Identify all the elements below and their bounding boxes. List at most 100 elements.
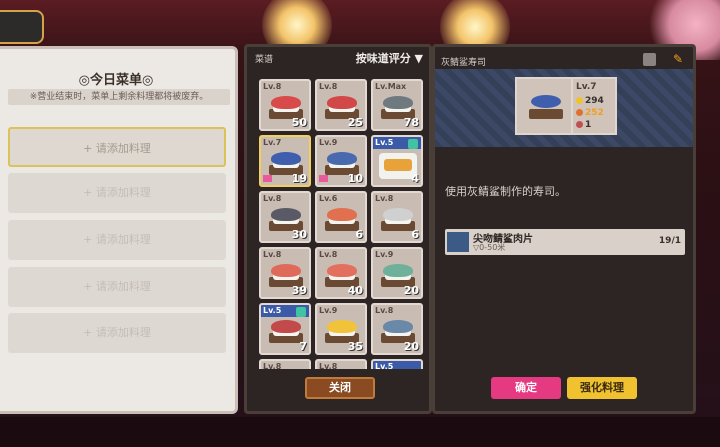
recipe-tile[interactable]: Lv.8 <box>315 359 367 369</box>
recipe-level: Lv.5 <box>263 306 282 315</box>
recipe-panel: 菜谱 按味道评分 ▼ Lv.8 50 Lv.8 25 Lv.Max 78 Lv.7 19 Lv.… <box>244 44 432 414</box>
dish-description: 使用灰鲭鲨制作的寿司。 <box>445 185 566 198</box>
recipe-count: 7 <box>299 340 307 353</box>
today-menu-panel: ◎今日菜单◎ ※营业结束时，菜单上剩余料理都将被废弃。 + 请添加料理 + 请添… <box>0 46 238 414</box>
recipe-count: 4 <box>411 172 419 185</box>
ingredient-location: ▽0-50米 <box>473 243 506 252</box>
recipe-count: 50 <box>291 116 307 129</box>
recipe-tile[interactable]: Lv.8 50 <box>259 79 311 131</box>
recipe-panel-header: 菜谱 按味道评分 ▼ <box>247 47 429 69</box>
dish-stats: Lv.7 294 252 1 <box>573 77 617 135</box>
ingredient-count: 19/1 <box>658 236 681 246</box>
recipe-level: Lv.5 <box>375 138 394 147</box>
recipe-level: Lv.8 <box>375 194 394 203</box>
recipe-tile[interactable]: Lv.8 20 <box>371 303 423 355</box>
sushi-icon <box>327 320 357 333</box>
recipe-tile[interactable]: Lv.8 25 <box>315 79 367 131</box>
recipe-count: 6 <box>355 228 363 241</box>
menu-slot[interactable]: + 请添加料理 <box>8 267 226 307</box>
taste-stat: 252 <box>576 108 604 118</box>
recipe-tile[interactable]: Lv.8 30 <box>259 191 311 243</box>
recipe-tile[interactable]: Lv.8 40 <box>315 247 367 299</box>
recipe-level: Lv.9 <box>319 138 338 147</box>
recipe-level: Lv.8 <box>319 362 338 369</box>
recipe-level: Lv.9 <box>375 250 394 259</box>
recipe-tile[interactable]: Lv.5 4 <box>371 135 423 187</box>
recipe-level: Lv.6 <box>319 194 338 203</box>
taste-icon <box>576 109 583 116</box>
menu-slot[interactable]: + 请添加料理 <box>8 313 226 353</box>
ribbon-icon <box>263 175 272 182</box>
confirm-button[interactable]: 确定 <box>491 377 561 399</box>
coin-icon <box>576 97 583 104</box>
sushi-icon <box>383 264 413 277</box>
recipe-level: Lv.8 <box>319 250 338 259</box>
menu-slot[interactable]: + 请添加料理 <box>8 173 226 213</box>
recipe-level: Lv.8 <box>319 82 338 91</box>
triangle-down-icon: ▼ <box>410 52 423 65</box>
dish-level: Lv.7 <box>576 82 597 92</box>
recipe-level: Lv.5 <box>375 362 394 369</box>
recipe-tile[interactable]: Lv.8 39 <box>259 247 311 299</box>
sort-by-taste-button[interactable]: 按味道评分 ▼ <box>356 50 423 66</box>
recipe-panel-title: 菜谱 <box>255 55 274 65</box>
coin-value: 294 <box>585 96 604 106</box>
stock-value: 1 <box>585 120 592 130</box>
recipe-count: 10 <box>347 172 363 185</box>
board-icon <box>529 109 563 119</box>
recipe-level: Lv.Max <box>375 82 407 91</box>
sushi-icon <box>383 320 413 333</box>
menu-notice: ※营业结束时，菜单上剩余料理都将被废弃。 <box>8 89 230 105</box>
dish-food-icon <box>384 159 412 171</box>
check-icon <box>408 139 418 149</box>
coin-stat: 294 <box>576 96 604 106</box>
recipe-grid: Lv.8 50 Lv.8 25 Lv.Max 78 Lv.7 19 Lv.9 10 Lv.5 4 Lv.… <box>259 79 425 369</box>
pin-icon[interactable]: ✎ <box>673 53 686 66</box>
sushi-icon <box>531 95 561 108</box>
recipe-tile[interactable]: Lv.8 6 <box>371 191 423 243</box>
background-floor <box>0 417 720 447</box>
ribbon-icon <box>319 175 328 182</box>
dish-title: 灰鲭鲨寿司 <box>441 58 487 68</box>
stock-stat: 1 <box>576 120 591 130</box>
recipe-level: Lv.8 <box>263 194 282 203</box>
recipe-level: Lv.9 <box>319 306 338 315</box>
sushi-icon <box>327 152 357 165</box>
recipe-tile[interactable]: Lv.9 10 <box>315 135 367 187</box>
recipe-tile[interactable]: Lv.Max 78 <box>371 79 423 131</box>
back-button[interactable] <box>0 10 44 44</box>
mail-icon[interactable] <box>643 53 656 66</box>
ingredient-row[interactable]: 尖吻鲭鲨肉片 ▽0-50米 19/1 <box>445 229 685 255</box>
recipe-count: 35 <box>347 340 363 353</box>
recipe-tile[interactable]: Lv.9 20 <box>371 247 423 299</box>
recipe-tile[interactable]: Lv.6 6 <box>315 191 367 243</box>
recipe-level: Lv.8 <box>263 250 282 259</box>
recipe-count: 39 <box>291 284 307 297</box>
sushi-icon <box>271 208 301 221</box>
recipe-tile[interactable]: Lv.7 19 <box>259 135 311 187</box>
upgrade-dish-button[interactable]: 强化料理 <box>567 377 637 399</box>
sushi-icon <box>327 264 357 277</box>
close-button[interactable]: 关闭 <box>305 377 375 399</box>
menu-slot[interactable]: + 请添加料理 <box>8 220 226 260</box>
sushi-icon <box>383 208 413 221</box>
recipe-count: 78 <box>403 116 419 129</box>
recipe-count: 6 <box>411 228 419 241</box>
check-icon <box>296 307 306 317</box>
recipe-level: Lv.7 <box>263 138 282 147</box>
recipe-count: 19 <box>291 172 307 185</box>
recipe-count: 30 <box>291 228 307 241</box>
recipe-tile[interactable]: Lv.9 35 <box>315 303 367 355</box>
recipe-count: 40 <box>347 284 363 297</box>
recipe-count: 25 <box>347 116 363 129</box>
sushi-icon <box>383 96 413 109</box>
recipe-tile[interactable]: Lv.5 <box>371 359 423 369</box>
recipe-tile[interactable]: Lv.8 <box>259 359 311 369</box>
fish-icon <box>447 232 469 252</box>
menu-slot[interactable]: + 请添加料理 <box>8 127 226 167</box>
recipe-count: 20 <box>403 340 419 353</box>
recipe-count: 20 <box>403 284 419 297</box>
recipe-level: Lv.8 <box>263 362 282 369</box>
recipe-level: Lv.8 <box>263 82 282 91</box>
recipe-tile[interactable]: Lv.5 7 <box>259 303 311 355</box>
